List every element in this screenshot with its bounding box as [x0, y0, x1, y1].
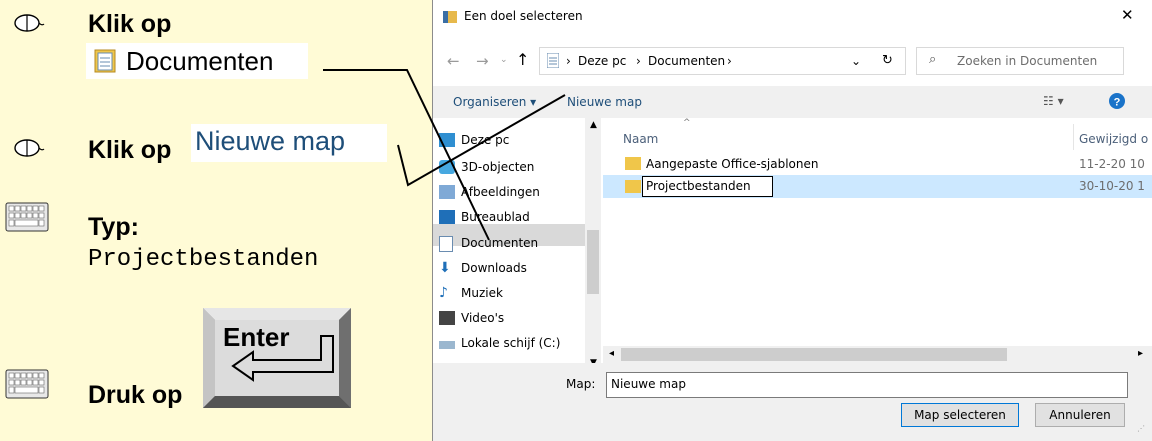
pointer-lines — [323, 69, 566, 241]
